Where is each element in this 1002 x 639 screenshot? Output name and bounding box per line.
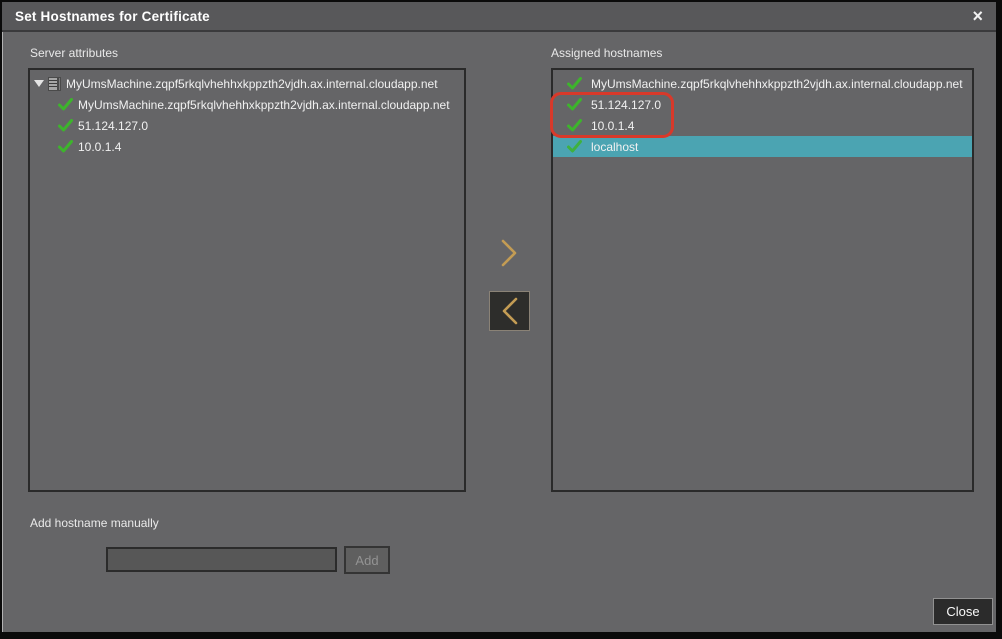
assigned-hostnames-list: MyUmsMachine.zqpf5rkqlvhehhxkppzth2vjdh.…	[551, 68, 974, 492]
tree-item-label: 10.0.1.4	[78, 140, 121, 154]
tree-root-row[interactable]: MyUmsMachine.zqpf5rkqlvhehhxkppzth2vjdh.…	[30, 73, 464, 94]
check-icon	[567, 98, 582, 111]
list-item-label: MyUmsMachine.zqpf5rkqlvhehhxkppzth2vjdh.…	[591, 77, 963, 91]
hostname-input[interactable]	[106, 547, 337, 572]
assigned-hostnames-label: Assigned hostnames	[551, 46, 662, 60]
list-item-label: localhost	[591, 140, 638, 154]
add-button[interactable]: Add	[344, 546, 390, 574]
add-hostname-label: Add hostname manually	[30, 516, 159, 530]
tree-item-label: MyUmsMachine.zqpf5rkqlvhehhxkppzth2vjdh.…	[78, 98, 450, 112]
check-icon	[58, 98, 73, 111]
dialog-window: Set Hostnames for Certificate × Server a…	[0, 0, 1002, 639]
tree-item[interactable]: 51.124.127.0	[30, 115, 464, 136]
titlebar[interactable]: Set Hostnames for Certificate ×	[2, 2, 996, 32]
check-icon	[567, 140, 582, 153]
check-icon	[58, 140, 73, 153]
tree-root-label: MyUmsMachine.zqpf5rkqlvhehhxkppzth2vjdh.…	[66, 77, 438, 91]
server-attributes-label: Server attributes	[30, 46, 118, 60]
list-item[interactable]: 51.124.127.0	[553, 94, 972, 115]
server-icon	[48, 77, 61, 91]
tree-item[interactable]: MyUmsMachine.zqpf5rkqlvhehhxkppzth2vjdh.…	[30, 94, 464, 115]
assign-button[interactable]	[494, 236, 524, 270]
right-chevron-icon	[498, 238, 520, 268]
expand-triangle-icon[interactable]	[34, 80, 44, 87]
list-item-label: 51.124.127.0	[591, 98, 661, 112]
close-icon[interactable]: ×	[972, 8, 983, 24]
list-item-label: 10.0.1.4	[591, 119, 634, 133]
list-item[interactable]: MyUmsMachine.zqpf5rkqlvhehhxkppzth2vjdh.…	[553, 73, 972, 94]
list-item[interactable]: 10.0.1.4	[553, 115, 972, 136]
unassign-button[interactable]	[489, 291, 530, 331]
left-chevron-icon	[499, 296, 521, 326]
check-icon	[58, 119, 73, 132]
dialog-title: Set Hostnames for Certificate	[15, 9, 210, 24]
tree-item-label: 51.124.127.0	[78, 119, 148, 133]
close-button[interactable]: Close	[933, 598, 993, 625]
list-item-selected[interactable]: localhost	[553, 136, 972, 157]
tree-item[interactable]: 10.0.1.4	[30, 136, 464, 157]
server-attributes-tree: MyUmsMachine.zqpf5rkqlvhehhxkppzth2vjdh.…	[28, 68, 466, 492]
check-icon	[567, 77, 582, 90]
check-icon	[567, 119, 582, 132]
